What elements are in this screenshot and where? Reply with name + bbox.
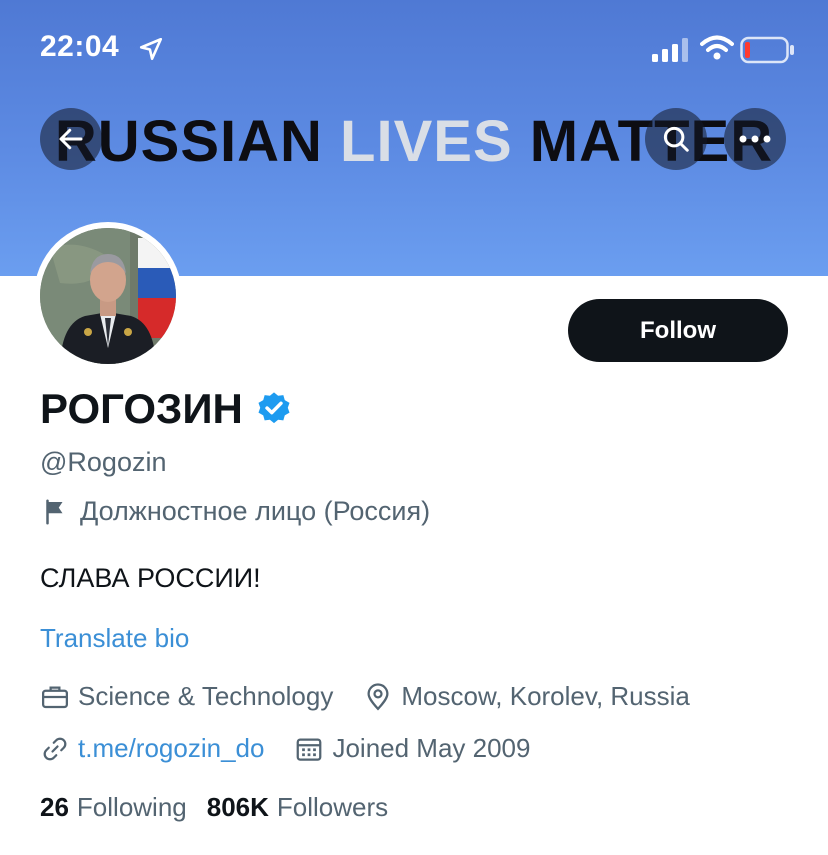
more-dots-icon: [739, 135, 771, 143]
following-count: 26: [40, 792, 69, 822]
location-text: Moscow, Korolev, Russia: [401, 681, 690, 711]
account-label: Должностное лицо (Россия): [40, 496, 430, 527]
wifi-icon: [700, 35, 734, 60]
followers-count: 806K: [206, 792, 269, 822]
following-label: Following: [76, 792, 187, 822]
follow-stats: 26 Following 806K Followers: [40, 792, 408, 823]
translate-bio-link[interactable]: Translate bio: [40, 623, 189, 654]
back-arrow-icon: [59, 128, 83, 150]
briefcase-icon: [42, 686, 68, 708]
joined-item: Joined May 2009: [294, 733, 530, 764]
search-icon: [663, 126, 689, 152]
category-item: Science & Technology: [40, 681, 333, 712]
search-button[interactable]: [645, 108, 707, 170]
verified-badge-icon: [258, 392, 290, 424]
account-label-text: Должностное лицо (Россия): [80, 496, 431, 526]
followers-stat[interactable]: 806K Followers: [207, 792, 388, 823]
profile-bio: СЛАВА РОССИИ!: [40, 563, 261, 593]
website-item[interactable]: t.me/rogozin_do: [40, 733, 264, 764]
status-time: 22:04: [40, 30, 120, 63]
profile-meta-row-1: Science & Technology Moscow, Korolev, Ru…: [40, 681, 720, 712]
followers-label: Followers: [276, 792, 389, 822]
location-pin-icon: [367, 682, 389, 711]
battery-icon: [740, 36, 794, 64]
profile-meta-row-2: t.me/rogozin_do Joined May 2009: [40, 733, 560, 764]
calendar-icon: [297, 738, 322, 761]
banner-word-2: LIVES: [340, 109, 513, 174]
following-stat[interactable]: 26 Following: [40, 792, 187, 823]
category-text: Science & Technology: [78, 681, 334, 711]
website-link[interactable]: t.me/rogozin_do: [78, 733, 264, 764]
follow-button[interactable]: Follow: [568, 299, 788, 362]
joined-text: Joined May 2009: [332, 733, 531, 763]
link-icon: [43, 737, 67, 760]
avatar-photo: [40, 228, 176, 364]
avatar[interactable]: [34, 222, 182, 370]
more-options-button[interactable]: [724, 108, 786, 170]
location-arrow-icon: [139, 37, 163, 61]
name-row: РОГОЗИН: [40, 385, 293, 433]
user-handle: @Rogozin: [40, 447, 167, 477]
flag-icon: [46, 499, 63, 524]
back-button[interactable]: [40, 108, 102, 170]
status-bar: 22:04: [0, 0, 828, 100]
cellular-signal-icon: [652, 38, 688, 62]
location-item: Moscow, Korolev, Russia: [363, 681, 690, 712]
display-name: РОГОЗИН: [40, 385, 243, 432]
